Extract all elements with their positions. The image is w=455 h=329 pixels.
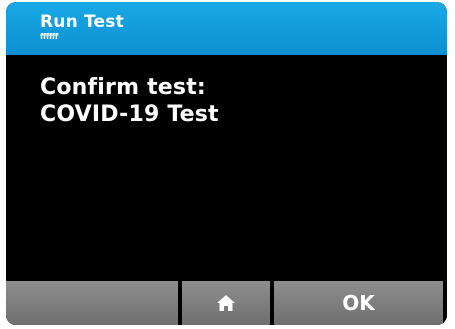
confirm-message-line-1: Confirm test: — [40, 75, 206, 100]
title-bar: Run Test ffffff — [6, 2, 447, 55]
confirm-message-line-2: COVID-19 Test — [40, 102, 219, 127]
home-icon — [216, 294, 236, 312]
left-softkey-button[interactable] — [6, 281, 178, 325]
ok-button[interactable]: OK — [274, 281, 443, 325]
home-button[interactable] — [182, 281, 270, 325]
screen-subtitle: ffffff — [40, 32, 58, 41]
confirm-message: Confirm test: COVID-19 Test — [40, 74, 219, 128]
screen-title: Run Test — [40, 12, 124, 32]
device-screen: Run Test ffffff Confirm test: COVID-19 T… — [6, 2, 447, 325]
softkey-bar: OK — [6, 281, 447, 325]
